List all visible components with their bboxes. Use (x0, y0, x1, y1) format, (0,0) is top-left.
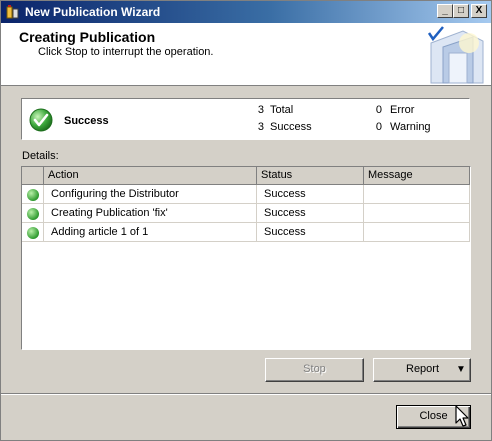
success-status-icon (27, 189, 39, 201)
summary-panel: Success 3 Total 3 Success 0 Error 0 Warn… (21, 98, 470, 140)
table-row[interactable]: Creating Publication 'fix' Success (22, 204, 470, 223)
summary-status: Success (64, 115, 109, 127)
row-icon-cell (22, 223, 44, 242)
column-header-message[interactable]: Message (364, 167, 470, 185)
window-title: New Publication Wizard (25, 5, 161, 19)
column-header-status[interactable]: Status (257, 167, 364, 185)
message-cell (364, 204, 470, 223)
mouse-cursor-icon (455, 405, 469, 427)
warning-count: 0 (375, 121, 382, 133)
page-title: Creating Publication (19, 29, 156, 45)
table-row[interactable]: Adding article 1 of 1 Success (22, 223, 470, 242)
minimize-icon: _ (442, 5, 448, 16)
table-row[interactable]: Configuring the Distributor Success (22, 185, 470, 204)
stop-button[interactable]: Stop (265, 358, 364, 382)
page-subtitle: Click Stop to interrupt the operation. (38, 46, 214, 58)
error-label: Error (390, 104, 415, 116)
close-icon: X (475, 5, 483, 16)
error-count: 0 (375, 104, 382, 116)
action-cell: Configuring the Distributor (44, 185, 257, 204)
details-label: Details: (22, 150, 59, 162)
grid-header: Action Status Message (22, 167, 470, 185)
restore-icon: □ (457, 5, 465, 16)
details-grid[interactable]: Action Status Message Configuring the Di… (21, 166, 471, 350)
wizard-window: New Publication Wizard _ □ X Creating Pu… (0, 0, 492, 441)
message-cell (364, 223, 470, 242)
report-button[interactable]: Report ▼ (373, 358, 471, 382)
success-status-icon (27, 208, 39, 220)
title-bar[interactable]: New Publication Wizard _ □ X (1, 1, 491, 23)
success-status-icon (27, 227, 39, 239)
wizard-header: Creating Publication Click Stop to inter… (1, 23, 491, 86)
action-cell: Adding article 1 of 1 (44, 223, 257, 242)
success-label: Success (270, 121, 312, 133)
footer-separator-highlight (1, 394, 491, 395)
minimize-button[interactable]: _ (437, 4, 453, 18)
success-count: 3 (257, 121, 264, 133)
total-count: 3 (257, 104, 264, 116)
status-cell: Success (257, 223, 364, 242)
message-cell (364, 185, 470, 204)
action-cell: Creating Publication 'fix' (44, 204, 257, 223)
restore-button[interactable]: □ (453, 4, 469, 18)
status-cell: Success (257, 185, 364, 204)
close-window-button[interactable]: X (471, 4, 487, 18)
chevron-down-icon: ▼ (456, 364, 466, 375)
wizard-banner-icon (427, 26, 484, 84)
warning-label: Warning (390, 121, 431, 133)
row-icon-cell (22, 185, 44, 204)
report-button-label: Report (406, 363, 440, 375)
sql-server-app-icon (6, 5, 19, 19)
status-cell: Success (257, 204, 364, 223)
grid-header-icon-column[interactable] (22, 167, 44, 185)
row-icon-cell (22, 204, 44, 223)
total-label: Total (270, 104, 294, 116)
success-check-icon (29, 108, 53, 132)
column-header-action[interactable]: Action (44, 167, 257, 185)
